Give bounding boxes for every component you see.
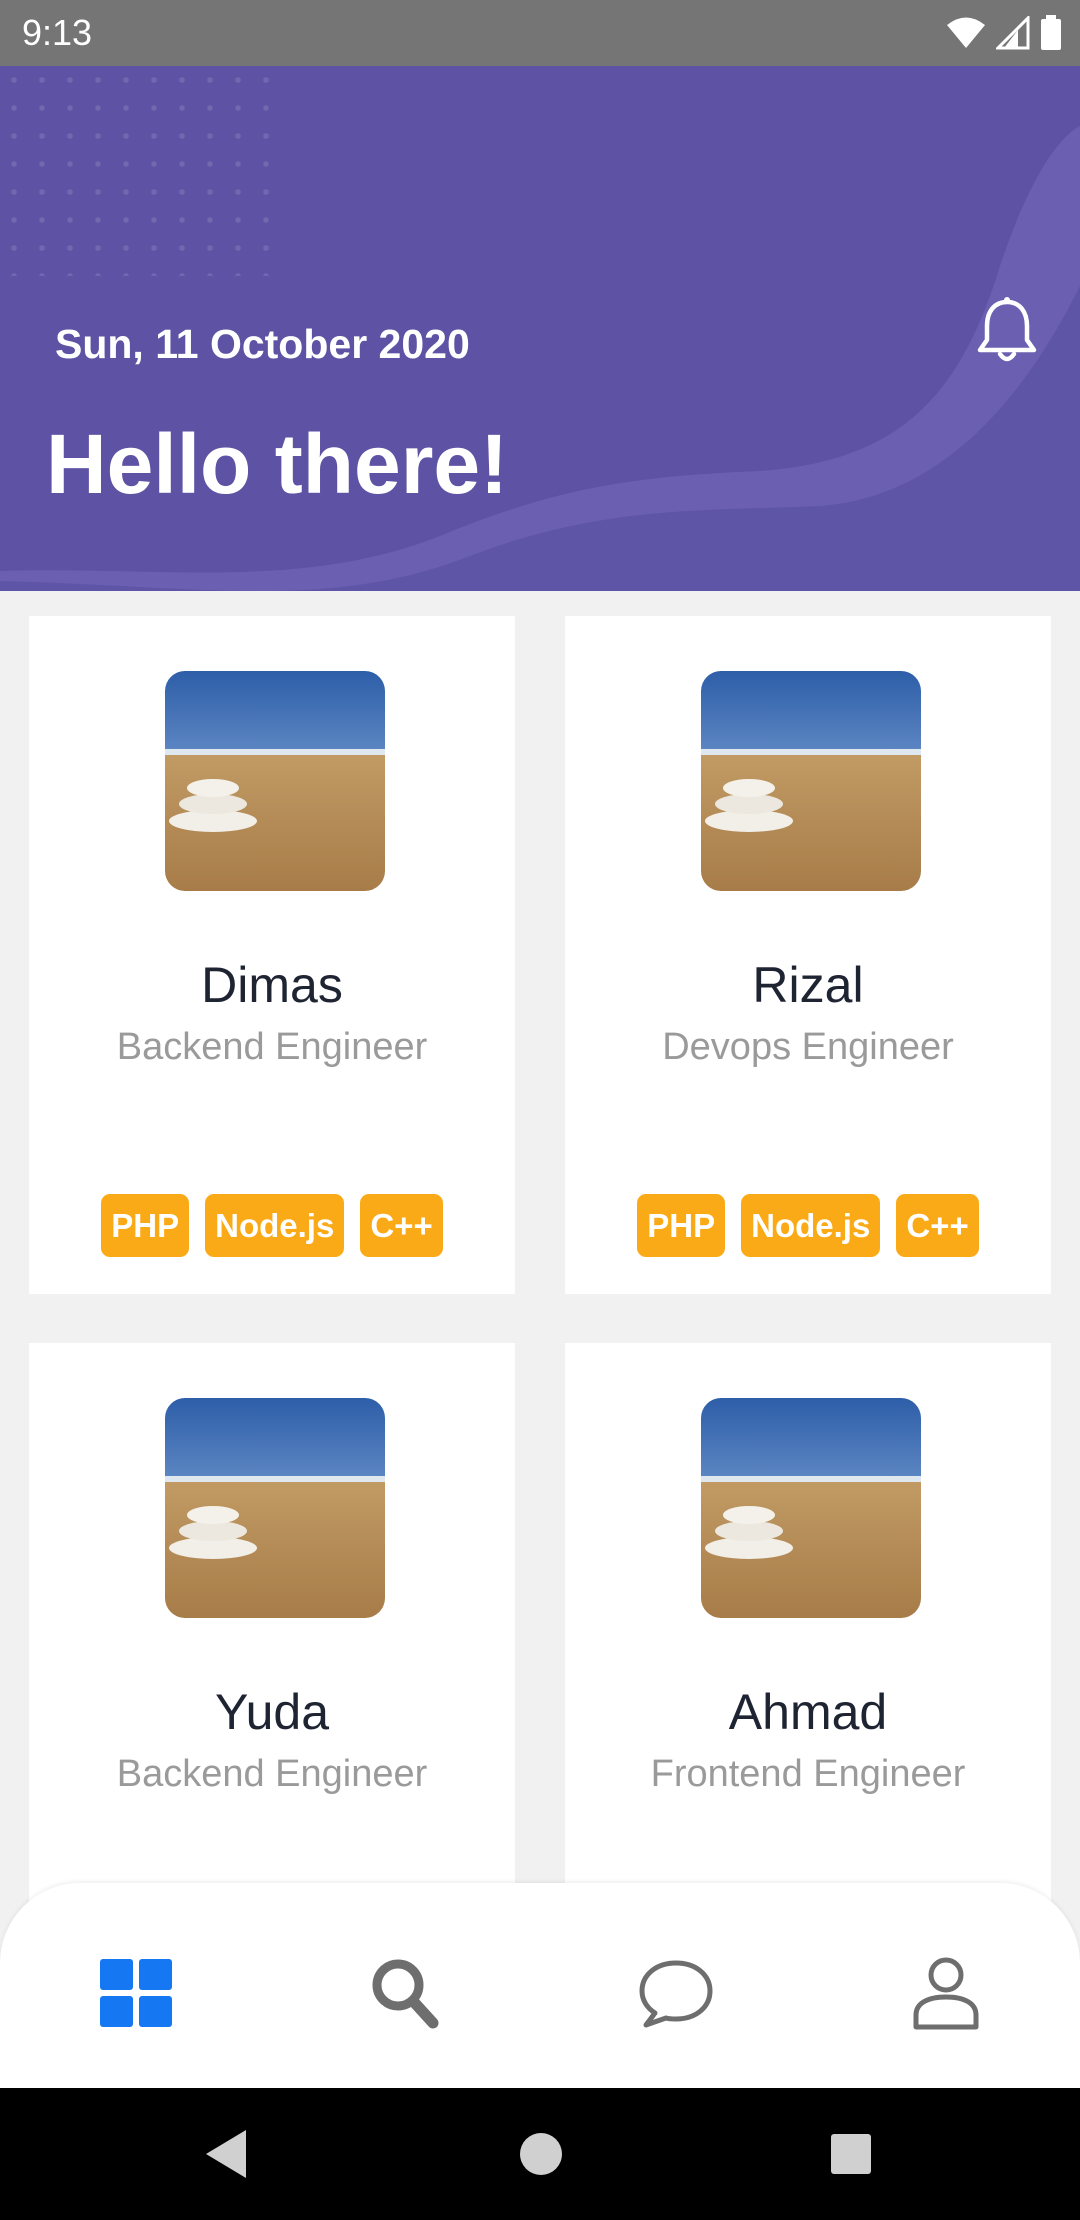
- home-icon[interactable]: [516, 2124, 566, 2184]
- status-icons: [946, 14, 1062, 52]
- profile-icon[interactable]: [906, 1953, 986, 2033]
- skill-tag: Node.js: [741, 1194, 881, 1257]
- skill-tags: PHP Node.js C++: [29, 1194, 515, 1257]
- engineer-role: Frontend Engineer: [650, 1753, 966, 1795]
- skill-tag: C++: [896, 1194, 979, 1257]
- engineer-card[interactable]: Dimas Backend Engineer PHP Node.js C++: [29, 616, 515, 1294]
- system-navigation-bar: [0, 2088, 1080, 2220]
- engineer-role: Backend Engineer: [116, 1026, 428, 1068]
- engineer-name: Ahmad: [728, 1684, 888, 1740]
- greeting-title: Hello there!: [46, 417, 509, 511]
- notification-bell-icon[interactable]: [974, 296, 1040, 366]
- wifi-icon: [947, 17, 985, 48]
- engineer-card[interactable]: Rizal Devops Engineer PHP Node.js C++: [565, 616, 1051, 1294]
- engineer-name: Dimas: [201, 957, 343, 1013]
- chat-icon[interactable]: [636, 1953, 716, 2033]
- header-banner: Sun, 11 October 2020 Hello there!: [0, 66, 1080, 591]
- skill-tag: C++: [360, 1194, 443, 1257]
- recents-icon[interactable]: [826, 2124, 876, 2184]
- grid-icon[interactable]: [96, 1953, 176, 2033]
- status-time: 9:13: [22, 12, 93, 53]
- back-icon[interactable]: [200, 2124, 250, 2184]
- current-date: Sun, 11 October 2020: [55, 321, 470, 367]
- engineer-photo: [165, 671, 385, 891]
- engineer-photo: [165, 1398, 385, 1618]
- cell-signal-icon: [996, 16, 1030, 50]
- bottom-navigation: [0, 1883, 1080, 2088]
- battery-icon: [1041, 15, 1061, 50]
- status-bar: 9:13: [0, 0, 1080, 66]
- skill-tag: Node.js: [205, 1194, 345, 1257]
- engineer-photo: [701, 1398, 921, 1618]
- engineer-name: Yuda: [214, 1684, 329, 1740]
- skill-tags: PHP Node.js C++: [565, 1194, 1051, 1257]
- engineer-role: Devops Engineer: [662, 1026, 954, 1068]
- engineer-role: Backend Engineer: [116, 1753, 428, 1795]
- engineer-photo: [701, 671, 921, 891]
- search-icon[interactable]: [366, 1953, 446, 2033]
- skill-tag: PHP: [101, 1194, 190, 1257]
- skill-tag: PHP: [637, 1194, 726, 1257]
- engineer-name: Rizal: [752, 957, 864, 1013]
